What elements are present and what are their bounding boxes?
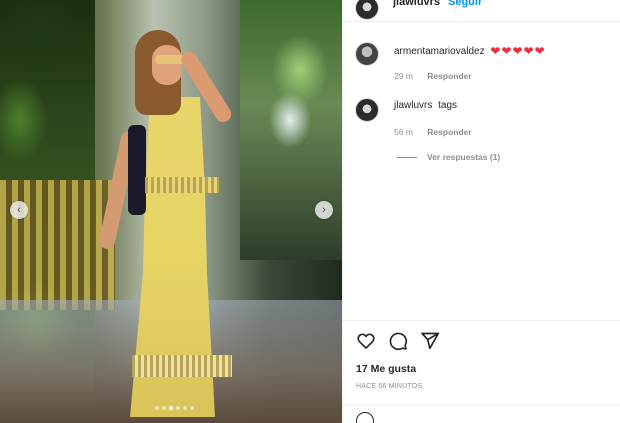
comment-icon[interactable]	[388, 331, 408, 351]
comment-time: 29 m	[394, 71, 413, 81]
comment-body: tags	[438, 100, 458, 111]
avatar[interactable]	[355, 0, 379, 20]
comment-time: 56 m	[394, 127, 413, 137]
comment-meta: 56 m Responder	[394, 127, 472, 137]
reply-button[interactable]: Responder	[427, 127, 471, 137]
view-replies-line	[397, 156, 417, 158]
post-header: jlawluvrs Seguir	[343, 0, 620, 22]
carousel-dot	[155, 406, 159, 410]
avatar[interactable]	[355, 42, 379, 66]
add-comment-bar	[356, 412, 374, 423]
send-icon[interactable]	[420, 331, 440, 351]
comment-username[interactable]: jlawluvrs	[394, 100, 432, 111]
carousel-dot	[162, 406, 166, 410]
post-actions	[356, 331, 440, 351]
comment-meta: 29 m Responder	[394, 71, 472, 81]
comment-body: ❤❤❤❤❤	[490, 44, 546, 58]
carousel-prev-button[interactable]: ‹	[10, 201, 28, 219]
comment-username[interactable]: armentamariovaldez	[394, 46, 485, 57]
photo-woman-figure	[90, 25, 270, 423]
post-photo[interactable]: ‹ ›	[0, 0, 342, 423]
carousel-dot	[176, 406, 180, 410]
view-replies-label: Ver respuestas (1)	[427, 152, 501, 162]
post-side-panel: jlawluvrs Seguir armentamariovaldez ❤❤❤❤…	[342, 0, 620, 423]
divider	[343, 320, 620, 321]
view-replies-button[interactable]: Ver respuestas (1)	[397, 152, 500, 162]
heart-icon[interactable]	[356, 331, 376, 351]
post-author-username[interactable]: jlawluvrs	[393, 0, 440, 8]
carousel-dot	[169, 406, 173, 410]
emoji-icon[interactable]	[356, 412, 374, 423]
figure-face	[152, 45, 182, 85]
figure-bag	[128, 125, 146, 215]
comment-text: armentamariovaldez ❤❤❤❤❤	[394, 44, 546, 58]
avatar[interactable]	[355, 98, 379, 122]
reply-button[interactable]: Responder	[427, 71, 471, 81]
carousel-dot	[183, 406, 187, 410]
carousel-dot	[190, 406, 194, 410]
figure-hem	[132, 355, 232, 377]
figure-belt	[145, 177, 219, 193]
carousel-dots	[155, 406, 194, 410]
likes-count[interactable]: 17 Me gusta	[356, 363, 416, 375]
post-timestamp: HACE 56 MINUTOS	[356, 383, 423, 390]
follow-button[interactable]: Seguir	[448, 0, 482, 8]
carousel-next-button[interactable]: ›	[315, 201, 333, 219]
comment-text: jlawluvrs tags	[394, 100, 457, 111]
divider	[343, 404, 620, 405]
